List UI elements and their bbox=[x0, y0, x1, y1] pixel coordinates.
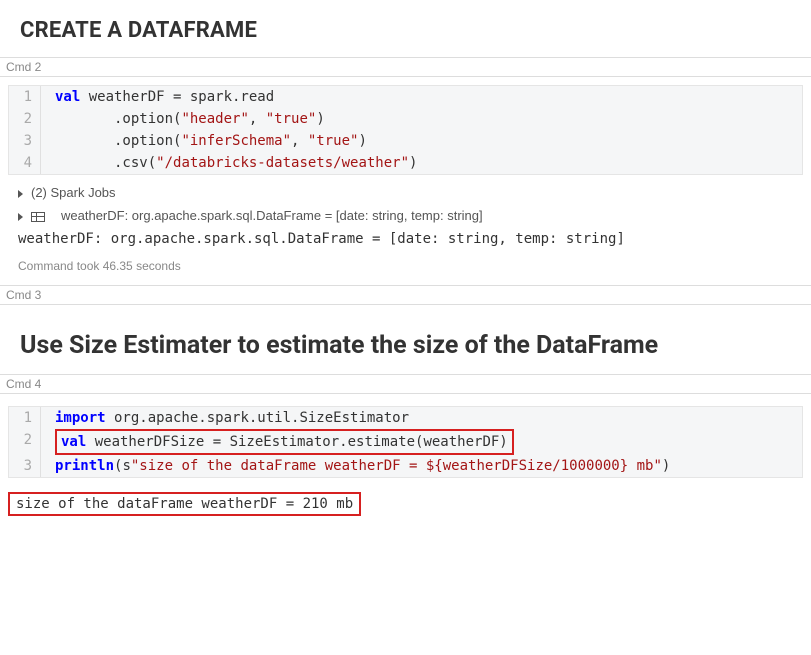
table-icon bbox=[31, 211, 53, 221]
output-text: size of the dataFrame weatherDF = 210 mb bbox=[16, 496, 353, 512]
highlighted-output: size of the dataFrame weatherDF = 210 mb bbox=[8, 492, 361, 516]
code-row: 2 .option("header", "true") bbox=[9, 108, 802, 130]
code-row: 1import org.apache.spark.util.SizeEstima… bbox=[9, 407, 802, 429]
cmd-4-header: Cmd 4 bbox=[0, 374, 811, 394]
code-row: 4 .csv("/databricks-datasets/weather") bbox=[9, 152, 802, 174]
spark-jobs-label: (2) Spark Jobs bbox=[31, 185, 116, 200]
code-line[interactable]: import org.apache.spark.util.SizeEstimat… bbox=[41, 407, 802, 429]
code-line[interactable]: .option("inferSchema", "true") bbox=[41, 130, 802, 152]
highlighted-code: val weatherDFSize = SizeEstimator.estima… bbox=[55, 429, 514, 455]
code-cell-4[interactable]: 1import org.apache.spark.util.SizeEstima… bbox=[8, 406, 803, 478]
caret-right-icon bbox=[18, 190, 23, 198]
code-line[interactable]: println(s"size of the dataFrame weatherD… bbox=[41, 455, 802, 477]
line-number: 2 bbox=[9, 429, 41, 455]
repl-output: weatherDF: org.apache.spark.sql.DataFram… bbox=[8, 227, 803, 251]
line-number: 3 bbox=[9, 130, 41, 152]
schema-text: weatherDF: org.apache.spark.sql.DataFram… bbox=[61, 208, 483, 223]
output-cell-4: size of the dataFrame weatherDF = 210 mb bbox=[8, 492, 803, 516]
code-line[interactable]: .csv("/databricks-datasets/weather") bbox=[41, 152, 802, 174]
code-row: 1val weatherDF = spark.read bbox=[9, 86, 802, 108]
line-number: 2 bbox=[9, 108, 41, 130]
heading-size-estimater: Use Size Estimater to estimate the size … bbox=[0, 305, 811, 374]
code-row: 2 val weatherDFSize = SizeEstimator.estim… bbox=[9, 429, 802, 455]
output-cell-2: (2) Spark Jobs weatherDF: org.apache.spa… bbox=[8, 181, 803, 285]
schema-toggle[interactable]: weatherDF: org.apache.spark.sql.DataFram… bbox=[8, 204, 803, 227]
code-line[interactable]: .option("header", "true") bbox=[41, 108, 802, 130]
code-cell-2[interactable]: 1val weatherDF = spark.read2 .option("he… bbox=[8, 85, 803, 175]
line-number: 4 bbox=[9, 152, 41, 174]
code-line[interactable]: val weatherDF = spark.read bbox=[41, 86, 802, 108]
code-row: 3println(s"size of the dataFrame weather… bbox=[9, 455, 802, 477]
cmd-3-header: Cmd 3 bbox=[0, 285, 811, 305]
cmd-2-header: Cmd 2 bbox=[0, 57, 811, 77]
caret-right-icon bbox=[18, 213, 23, 221]
command-timing: Command took 46.35 seconds bbox=[8, 251, 803, 285]
line-number: 1 bbox=[9, 407, 41, 429]
code-line[interactable]: val weatherDFSize = SizeEstimator.estima… bbox=[41, 429, 802, 455]
spark-jobs-toggle[interactable]: (2) Spark Jobs bbox=[8, 181, 803, 204]
line-number: 3 bbox=[9, 455, 41, 477]
line-number: 1 bbox=[9, 86, 41, 108]
heading-create-dataframe: CREATE A DATAFRAME bbox=[0, 0, 811, 57]
code-row: 3 .option("inferSchema", "true") bbox=[9, 130, 802, 152]
